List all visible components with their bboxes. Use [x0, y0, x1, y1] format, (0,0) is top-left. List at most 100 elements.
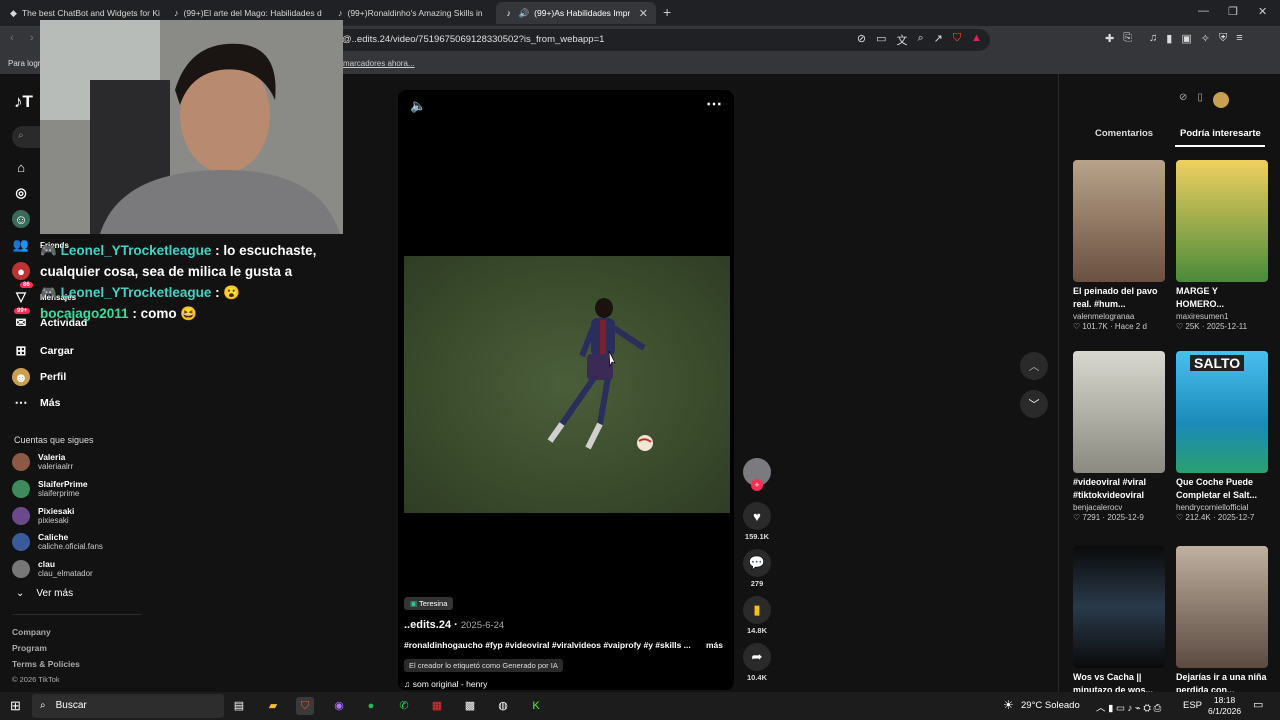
url-input[interactable]: @..edits.24/video/7519675069128330502?is… [330, 29, 990, 51]
suggested-video-card[interactable]: Dejarías ir a una niña perdida con... [1176, 546, 1268, 697]
screenshot-icon[interactable]: ⎘ [1123, 32, 1132, 45]
video-frame[interactable] [404, 256, 730, 513]
share-button[interactable]: ➦ 10.4K [740, 643, 774, 682]
nav-more[interactable]: ⋯ Más [12, 394, 61, 412]
see-more-button[interactable]: ⌄ Ver más [16, 588, 73, 599]
new-tab-button[interactable]: + [663, 4, 671, 20]
suggested-video-card[interactable]: SALTO Que Coche Puede Completar el Salt.… [1176, 351, 1268, 522]
share-icon[interactable]: ↗ [934, 32, 943, 48]
spotify-icon[interactable]: ● [362, 697, 380, 715]
footer-terms[interactable]: Terms & Policies [12, 659, 80, 669]
avatar[interactable] [1212, 92, 1229, 108]
close-window-button[interactable]: ✕ [1258, 5, 1267, 18]
windows-start-icon[interactable]: ⊞ [10, 698, 21, 714]
obs-icon[interactable]: ◍ [494, 697, 512, 715]
minimize-button[interactable]: — [1198, 5, 1209, 17]
follow-plus-icon[interactable]: + [751, 479, 763, 491]
following-account[interactable]: Valeria valeriaalrr [12, 452, 73, 471]
weather-text[interactable]: 29°C Soleado [1021, 700, 1080, 711]
nav-home[interactable]: ⌂ [12, 158, 30, 176]
stream-chat-overlay: 🎮 Leonel_YTrocketleague : lo escuchaste,… [40, 240, 350, 324]
nav-profile[interactable]: ☻ Perfil [12, 368, 66, 386]
heart-outline-icon: ♡ [1176, 322, 1184, 331]
suggested-video-card[interactable]: El peinado del pavo real. #hum... valenm… [1073, 160, 1165, 331]
tray-icons[interactable]: ︿ ▮ ▭ ♪ ⌁ ⛭ ⎙ [1096, 700, 1161, 714]
brave-browser-icon[interactable]: ⛉ [296, 697, 314, 715]
restore-button[interactable]: ❐ [1228, 5, 1238, 18]
footer-company[interactable]: Company [12, 627, 51, 637]
save-button[interactable]: ▮ 14.8K [740, 596, 774, 635]
app-icon[interactable]: ◉ [330, 697, 348, 715]
whatsapp-icon[interactable]: ✆ [395, 697, 413, 715]
close-icon[interactable]: ✕ [639, 7, 648, 20]
following-account[interactable]: clau clau_elmatador [12, 559, 93, 578]
next-video-button[interactable]: ﹀ [1020, 390, 1048, 418]
suggested-video-card[interactable]: #videoviral #viral #tiktokvideoviral ben… [1073, 351, 1165, 522]
webcam-overlay [40, 20, 343, 234]
browser-tab[interactable]: ♪ (99+)Ronaldinho's Amazing Skills in [330, 2, 490, 24]
like-button[interactable]: ♥ 159.1K [740, 502, 774, 541]
no-tracking-icon[interactable]: ⊘ [857, 32, 866, 48]
app-icon[interactable]: ▦ [428, 697, 446, 715]
heart-outline-icon: ♡ [1073, 513, 1081, 522]
settings-icon[interactable]: ⊘ [1179, 92, 1187, 108]
language-indicator[interactable]: ESP [1183, 700, 1202, 711]
video-player[interactable]: 🔈 ⋯ ▣ Teresina ..edits.24 · 2025-6-24 #r… [398, 90, 734, 699]
music-icon[interactable]: ♫ [1149, 32, 1157, 45]
url-icons: ⊘ ▭ 文 ⌕ ↗ ⛉ ▲ [857, 32, 982, 48]
wallet-icon[interactable]: ▣ [1181, 32, 1191, 45]
footer-program[interactable]: Program [12, 643, 47, 653]
extensions-icon[interactable]: ✚ [1105, 32, 1114, 45]
browser-tab-active[interactable]: ♪ 🔊 (99+)As Habilidades Impress ✕ [496, 2, 656, 24]
nav-explore[interactable]: ◎ [12, 184, 30, 202]
volume-icon[interactable]: 🔈 [410, 98, 426, 114]
rewards-icon[interactable]: ▲ [971, 32, 982, 48]
menu-icon[interactable]: ≡ [1236, 32, 1242, 45]
leo-icon[interactable]: ✧ [1201, 32, 1210, 45]
suggested-video-card[interactable]: MARGE Y HOMERO... maxiresumen1 ♡ 25K · 2… [1176, 160, 1268, 331]
nav-live[interactable]: ● [12, 262, 30, 280]
task-view-icon[interactable]: ▤ [230, 697, 248, 715]
taskbar-search[interactable]: ⌕ Buscar [32, 694, 224, 718]
sidebar-icon[interactable]: ▮ [1166, 32, 1172, 45]
weather-icon: ☀ [1003, 698, 1014, 712]
nav-upload[interactable]: ⊞ Cargar [12, 342, 74, 360]
tiktok-logo[interactable]: ♪T [14, 92, 33, 112]
app-icon[interactable]: ▩ [461, 697, 479, 715]
phone-icon[interactable]: ▯ [1197, 92, 1203, 108]
tab-comments[interactable]: Comentarios [1095, 128, 1153, 139]
brave-shield-icon[interactable]: ⛉ [953, 32, 961, 48]
more-options-icon[interactable]: ⋯ [706, 94, 722, 114]
zoom-icon[interactable]: ⌕ [917, 32, 923, 48]
music-link[interactable]: ♫ som original - henry [404, 679, 487, 689]
right-panel-tabs: Comentarios Podría interesarte [1059, 128, 1280, 147]
location-tag[interactable]: ▣ Teresina [404, 597, 454, 610]
file-explorer-icon[interactable]: ▰ [264, 697, 282, 715]
tab-suggestions[interactable]: Podría interesarte [1180, 128, 1261, 139]
suggested-video-card[interactable]: Wos vs Cacha || minutazo de wos... [1073, 546, 1165, 697]
following-account[interactable]: Pixiesaki pixiesaki [12, 506, 74, 525]
soccer-player-figure [547, 298, 653, 451]
nav-following[interactable]: ☺ [12, 210, 30, 228]
comment-button[interactable]: 💬 279 [740, 549, 774, 588]
video-thumbnail [1073, 351, 1165, 473]
cast-icon[interactable]: ▭ [876, 32, 886, 48]
caption-more-button[interactable]: más [706, 640, 723, 650]
author-avatar-button[interactable]: + [740, 458, 774, 491]
friends-icon: 👥 [12, 237, 30, 252]
back-icon[interactable]: ‹ [10, 32, 14, 44]
vpn-icon[interactable]: ⛨ [1219, 32, 1227, 45]
kick-icon[interactable]: K [527, 697, 545, 715]
more-icon: ⋯ [14, 395, 28, 410]
forward-icon[interactable]: › [30, 32, 34, 44]
following-account[interactable]: SlaiferPrime slaiferprime [12, 479, 88, 498]
previous-video-button[interactable]: ︿ [1020, 352, 1048, 380]
notification-icon[interactable]: ▭ [1253, 698, 1263, 711]
live-icon: ● [12, 262, 30, 280]
import-bookmarks-link[interactable]: marcadores ahora... [343, 59, 415, 68]
heart-outline-icon: ♡ [1176, 513, 1184, 522]
clock[interactable]: 18:18 6/1/2026 [1208, 695, 1241, 717]
following-account[interactable]: Caliche caliche.oficial.fans [12, 532, 103, 551]
video-author[interactable]: ..edits.24 · 2025-6-24 [404, 619, 504, 631]
translate-icon[interactable]: 文 [896, 32, 907, 48]
